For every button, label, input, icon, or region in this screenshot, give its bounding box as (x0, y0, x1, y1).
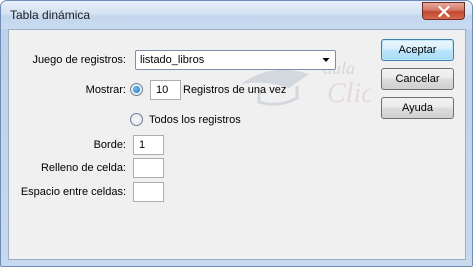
help-button[interactable]: Ayuda (381, 97, 454, 119)
show-count-input[interactable]: 10 (150, 80, 181, 100)
spacing-label: Espacio entre celdas: (20, 186, 126, 198)
chevron-down-icon (322, 58, 330, 62)
close-icon (438, 6, 450, 17)
recordset-select[interactable]: listado_libros (135, 50, 336, 70)
show-count-radio[interactable] (130, 83, 143, 96)
title-bar[interactable]: Tabla dinámica (1, 1, 472, 29)
recordset-label: Juego de registros: (32, 54, 126, 66)
ok-button[interactable]: Aceptar (381, 39, 454, 61)
cancel-button[interactable]: Cancelar (381, 68, 454, 90)
show-suffix-label: Registros de una vez (183, 84, 287, 96)
svg-text:Clic: Clic (327, 78, 371, 109)
spacing-input[interactable] (133, 182, 164, 202)
all-records-radio[interactable] (130, 113, 143, 126)
show-label: Mostrar: (85, 84, 126, 96)
recordset-value: listado_libros (140, 54, 205, 66)
border-input[interactable]: 1 (133, 135, 164, 155)
window-title: Tabla dinámica (10, 8, 91, 22)
close-button[interactable] (422, 2, 465, 20)
all-records-label[interactable]: Todos los registros (149, 114, 241, 126)
dialog-content: aula Clic Juego de registros: listado_li… (8, 29, 466, 260)
padding-input[interactable] (133, 158, 164, 178)
border-value: 1 (139, 139, 146, 151)
show-count-value: 10 (156, 84, 169, 96)
border-label: Borde: (93, 139, 126, 151)
dialog-window: Tabla dinámica aula Clic Juego de regist… (0, 0, 473, 267)
padding-label: Relleno de celda: (40, 162, 126, 174)
